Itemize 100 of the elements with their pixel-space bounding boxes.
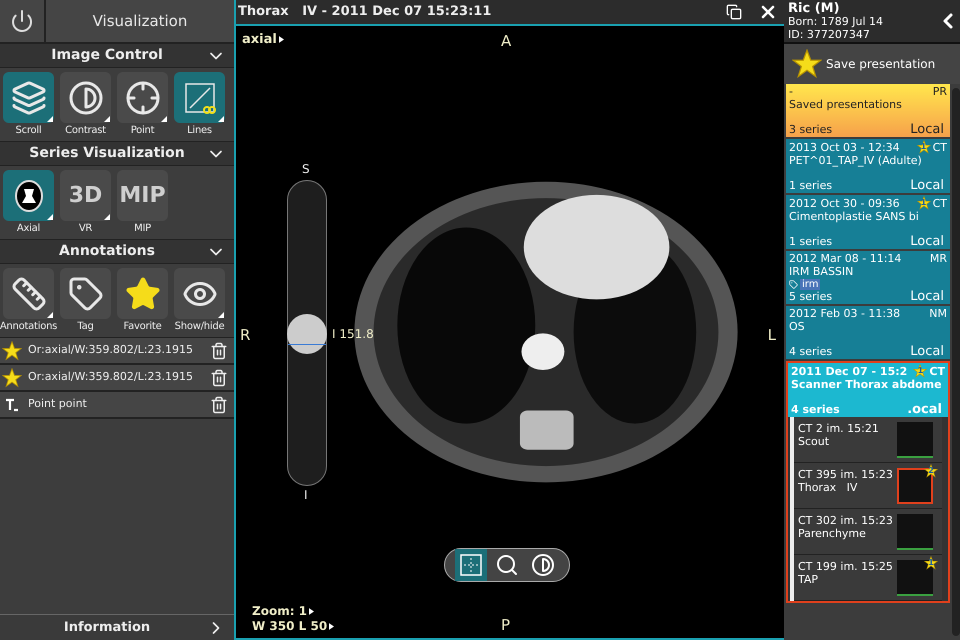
window-level-link[interactable]: W 350 L 50 [252, 617, 334, 635]
tool-button[interactable] [60, 72, 111, 123]
study-location: .ocal [907, 403, 942, 416]
star-badge: 1 [916, 196, 931, 210]
tool-label: Favorite [124, 320, 162, 334]
study-location: Local [910, 290, 944, 303]
study-card[interactable]: - PR Saved presentations 3 series Local [786, 84, 950, 137]
menu-corner-icon [104, 116, 110, 122]
study-modality: NM [929, 307, 947, 320]
tool-label: Annotations [0, 320, 58, 334]
trash-icon[interactable] [210, 394, 228, 414]
trash-icon[interactable] [210, 340, 228, 360]
trash-icon[interactable] [210, 368, 228, 388]
tool-button[interactable] [3, 170, 54, 221]
slider-thumb[interactable] [287, 314, 327, 354]
study-card[interactable]: 2012 Feb 03 - 11:38 NM OS 4 series Local [786, 306, 950, 359]
study-modality: CT [929, 364, 945, 378]
view-mode-link[interactable]: axial [242, 30, 284, 50]
series-item[interactable]: CT 302 im. 15:23 Parenchyme [794, 509, 942, 555]
scrollbar[interactable] [952, 88, 960, 636]
study-description: Cimentoplastie SANS bi [789, 210, 920, 223]
menu-corner-icon [104, 214, 110, 220]
tool-button[interactable] [60, 268, 111, 319]
series-item[interactable]: CT 2 im. 15:21 Scout [794, 417, 942, 463]
tool-button[interactable]: MIP [117, 170, 168, 221]
orientation-bottom: P [501, 614, 510, 636]
series-thumbnail[interactable] [897, 560, 933, 596]
crosshair-frame-icon [459, 553, 483, 577]
study-series-count: 1 series [789, 179, 834, 192]
viewer-tool-button[interactable] [455, 549, 487, 581]
study-location: Local [910, 235, 944, 248]
tool-glyph-text: 3D [68, 184, 102, 206]
study-card[interactable]: 2012 Mar 08 - 11:14 MR IRM BASSIN irm 5 series Local [786, 251, 950, 304]
tool-label: Point [130, 124, 154, 138]
series-thumbnail[interactable] [897, 468, 933, 504]
study-date: 2012 Mar 08 - 11:14 [789, 252, 902, 265]
tool-label: MIP [134, 222, 151, 236]
study-location: Local [910, 179, 944, 192]
series-title: CT 2 im. 15:21 [798, 422, 880, 435]
annotation-label: Point point [28, 396, 88, 412]
tool-button[interactable] [117, 268, 168, 319]
slice-position-reading: I 151.8 [332, 326, 374, 343]
study-date: 2013 Oct 03 - 12:34 [789, 140, 901, 154]
study-tag: irm [800, 278, 820, 290]
patient-birth-date: Born: 1789 Jul 14 [788, 14, 884, 28]
annotation-row[interactable]: Or:axial/W:359.802/L:23.1915 [0, 365, 234, 392]
tool-button[interactable] [174, 268, 225, 319]
power-button[interactable] [0, 0, 46, 42]
tool-button[interactable]: 3D [60, 170, 111, 221]
contrast-icon [531, 553, 555, 577]
slice-slider-track[interactable] [287, 180, 327, 486]
star-badge: 1 [924, 556, 938, 570]
save-presentation-button[interactable]: Save presentation [784, 44, 960, 84]
study-location: Local [910, 123, 944, 136]
section-header[interactable]: Image Control [0, 44, 234, 68]
tool-button[interactable] [117, 72, 168, 123]
caret-icon [278, 36, 284, 44]
ruler-icon [10, 276, 46, 312]
star-badge: 1 [916, 140, 931, 154]
annotation-row[interactable]: Or:axial/W:359.802/L:23.1915 [0, 338, 234, 365]
series-name: Parenchyme [798, 527, 867, 540]
tool-button[interactable] [3, 268, 54, 319]
study-date: 2012 Feb 03 - 11:38 [789, 307, 902, 320]
study-card[interactable]: 2011 Dec 07 - 15:2 1 CT Scanner Thorax abdome 4 series .ocal [788, 363, 948, 417]
tag-icon [68, 276, 104, 312]
series-item[interactable]: CT 395 im. 15:23 Thorax IV 2 [794, 463, 942, 509]
series-title: CT 302 im. 15:23 [798, 514, 894, 527]
menu-corner-icon [161, 116, 167, 122]
orientation-top: A [501, 31, 512, 52]
section-title: Image Control [50, 46, 164, 65]
series-thumbnail[interactable] [897, 514, 933, 550]
study-modality: PR [932, 85, 947, 98]
tool-label: Contrast [65, 124, 106, 138]
contrast-icon [68, 80, 104, 116]
tool-label: Tag [77, 320, 94, 334]
study-date: - [789, 85, 794, 98]
section-title: Series Visualization [28, 144, 186, 163]
section-header[interactable]: Annotations [0, 240, 234, 264]
series-item[interactable]: CT 199 im. 15:25 TAP 1 [794, 555, 942, 601]
power-icon [10, 9, 34, 33]
tool-glyph-text: MIP [119, 184, 166, 206]
tag-icon [789, 280, 798, 288]
study-description: Saved presentations [789, 98, 903, 111]
study-card[interactable]: 2012 Oct 30 - 09:36 1 CT Cimentoplastie SANS bi 1 series Local [786, 195, 950, 249]
study-card[interactable]: 2013 Oct 03 - 12:34 1 CT PET^01_TAP_IV (Adulte) 1 series Local [786, 139, 950, 193]
series-thumbnail[interactable] [897, 422, 933, 458]
star-badge: 2 [924, 464, 938, 478]
zoom-link[interactable]: Zoom: 1 [252, 602, 314, 620]
restore-window-icon[interactable] [726, 4, 742, 20]
annotation-row[interactable]: Point point [0, 392, 234, 419]
study-date: 2012 Oct 30 - 09:36 [789, 196, 901, 210]
tool-label: Lines [187, 124, 212, 138]
study-series-count: 3 series [789, 123, 834, 136]
series-name: Scout [798, 435, 830, 448]
annotation-label: Or:axial/W:359.802/L:23.1915 [28, 369, 194, 386]
tool-label: Scroll [16, 124, 42, 138]
section-header[interactable]: Series Visualization [0, 142, 234, 166]
star-icon [2, 340, 22, 360]
series-name: TAP [798, 573, 820, 586]
study-description: PET^01_TAP_IV (Adulte) [789, 154, 923, 167]
